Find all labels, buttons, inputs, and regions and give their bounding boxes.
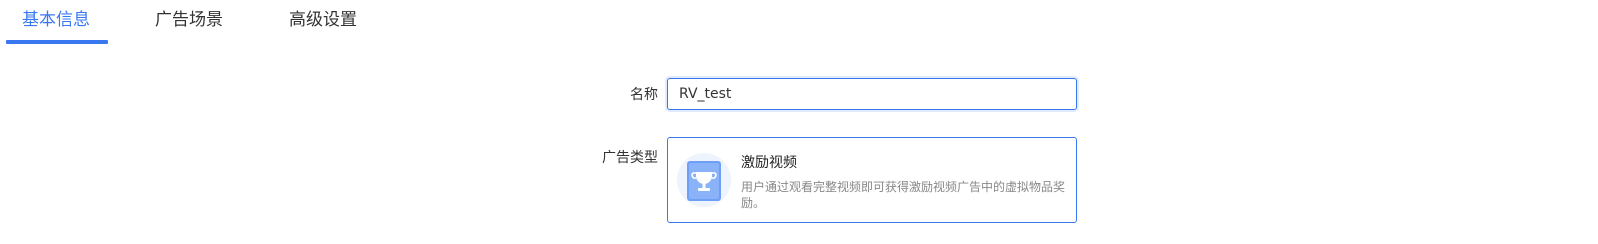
ad-type-option-rewarded-video[interactable]: 激励视频 用户通过观看完整视频即可获得激励视频广告中的虚拟物品奖励。 [667, 137, 1077, 223]
name-label: 名称 [630, 87, 658, 103]
ad-type-label: 广告类型 [602, 150, 658, 166]
ad-type-option-title: 激励视频 [741, 155, 797, 171]
ad-type-option-description: 用户通过观看完整视频即可获得激励视频广告中的虚拟物品奖励。 [741, 180, 1066, 210]
tab-basic-info[interactable]: 基本信息 [22, 8, 90, 36]
tab-bar: 基本信息 广告场景 高级设置 [0, 0, 1598, 44]
tab-advanced-settings[interactable]: 高级设置 [289, 8, 357, 36]
name-input[interactable] [667, 78, 1077, 110]
active-tab-indicator [6, 40, 108, 44]
tab-ad-scene[interactable]: 广告场景 [155, 8, 223, 36]
trophy-video-icon [676, 152, 732, 208]
